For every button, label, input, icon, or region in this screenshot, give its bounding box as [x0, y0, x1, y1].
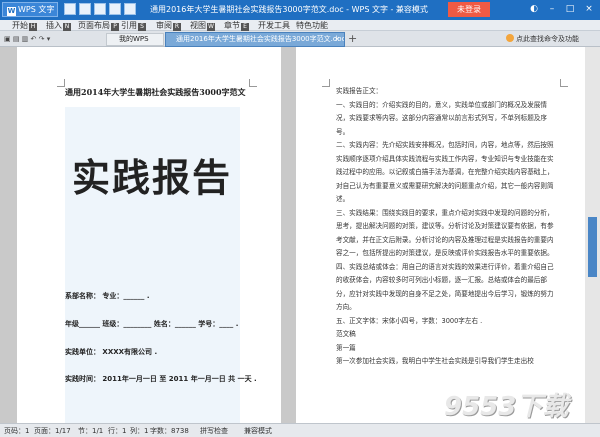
- my-wps-tab[interactable]: 我的WPS: [106, 33, 164, 46]
- paragraph: 四、实践总结或体会：用自己的语言对实践的效果进行评价，着重介绍自己的收获体会，内…: [336, 262, 554, 312]
- status-spell-check[interactable]: 拼写检查: [200, 426, 228, 436]
- margin-mark: [249, 79, 257, 87]
- vertical-scrollbar[interactable]: [585, 47, 600, 423]
- status-row: 行：1: [108, 427, 127, 435]
- wps-logo-icon: W: [7, 7, 16, 16]
- tab-chapter[interactable]: 章节 E: [224, 20, 249, 31]
- paragraph: 第一次参加社会实践，我明白中学生社会实践是引导我们学生走出校: [336, 357, 534, 365]
- margin-mark: [322, 79, 330, 87]
- site-watermark: 9553下载: [444, 392, 569, 422]
- status-compat-mode: 兼容模式: [244, 427, 272, 435]
- tab-developer[interactable]: 开发工具: [258, 20, 290, 31]
- tab-review[interactable]: 审阅 R: [156, 20, 181, 31]
- paragraph: 范文稿: [336, 330, 356, 338]
- close-icon[interactable]: ×: [582, 2, 596, 16]
- active-document-tab[interactable]: 通用2016年大学生暑期社会实践报告3000字范文.doc ×: [165, 32, 345, 47]
- field-unit: 实践单位： XXXX有限公司 .: [65, 348, 158, 356]
- new-tab-plus-icon[interactable]: +: [348, 32, 357, 46]
- paragraph: 第一篇: [336, 343, 356, 352]
- maximize-icon[interactable]: □: [563, 2, 577, 16]
- page-2[interactable]: 实践报告正文： 一、实践目的：介绍实践的目的，意义，实践单位或部门的概况及发展情…: [296, 47, 585, 423]
- window-title: 通用2016年大学生暑期社会实践报告3000字范文.doc - WPS 文字 -…: [150, 5, 428, 14]
- document-tab-bar: ▣ ▤ ▥ ↶ ↷ ▾ 我的WPS 通用2016年大学生暑期社会实践报告3000…: [0, 31, 600, 47]
- wps-app-menu-button[interactable]: WWPS 文字 ▾: [2, 2, 58, 27]
- status-column: 列：1: [130, 427, 149, 435]
- lightbulb-icon: [506, 34, 514, 42]
- status-page-number[interactable]: 页码：1: [4, 426, 29, 436]
- toolbar-icons: ▣ ▤ ▥ ↶ ↷ ▾: [4, 35, 51, 43]
- tab-special-features[interactable]: 特色功能: [296, 20, 328, 31]
- open-icon[interactable]: [79, 3, 91, 15]
- ribbon-tabs: 开始 H 插入 N 页面布局 P 引用 S 审阅 R 视图 W 章节 E 开发工具 特色功能: [0, 20, 600, 31]
- close-tab-icon[interactable]: ×: [334, 33, 340, 46]
- undo-icon[interactable]: [124, 3, 136, 15]
- title-bar: WWPS 文字 ▾ 通用2016年大学生暑期社会实践报告3000字范文.doc …: [0, 0, 600, 27]
- tab-insert[interactable]: 插入 N: [46, 20, 71, 31]
- report-big-title: 实践报告: [72, 155, 233, 200]
- new-doc-icon[interactable]: [64, 3, 76, 15]
- page1-header: 通用2014年大学生暑期社会实践报告3000字范文: [65, 87, 246, 97]
- paragraph: 一、实践目的：介绍实践的目的，意义，实践单位或部门的概况及发展情况，实践要求等内…: [336, 100, 547, 136]
- paragraph: 实践报告正文：: [336, 87, 383, 95]
- margin-mark: [57, 79, 65, 87]
- skin-icon[interactable]: ◐: [527, 2, 541, 16]
- status-bar: 页码：1 页面：1/17 节：1/1 行：1 列：1 字数：8738 拼写检查 …: [0, 423, 600, 437]
- status-pages[interactable]: 页面：1/17: [34, 426, 71, 436]
- page2-body: 实践报告正文： 一、实践目的：介绍实践的目的，意义，实践单位或部门的概况及发展情…: [336, 85, 558, 369]
- paragraph: 二、实践内容：先介绍实践安排概况，包括时间，内容，地点等，然后按照实践顺序逐项介…: [336, 141, 554, 203]
- scroll-thumb[interactable]: [588, 217, 597, 277]
- print-icon[interactable]: [109, 3, 121, 15]
- tab-references[interactable]: 引用 S: [121, 20, 146, 31]
- field-class-info: 年级______ 班级：________ 姓名：______ 学号：____ .: [65, 320, 239, 328]
- tab-view[interactable]: 视图 W: [190, 20, 215, 31]
- paragraph: 三、实践结果：围绕实践目的要求，重点介绍对实践中发现的问题的分析，思考，提出解决…: [336, 208, 554, 258]
- tab-home[interactable]: 开始 H: [12, 20, 37, 31]
- save-icon[interactable]: [94, 3, 106, 15]
- quick-access-toolbar: [64, 3, 139, 17]
- status-section: 节：1/1: [78, 427, 104, 435]
- field-time: 实践时间： 2011年一月一日 至 2011 年一月一日 共 一天 .: [65, 375, 257, 383]
- minimize-icon[interactable]: –: [545, 2, 559, 16]
- status-word-count[interactable]: 字数：8738: [150, 426, 189, 436]
- tab-page-layout[interactable]: 页面布局 P: [78, 20, 119, 31]
- document-workspace: 通用2014年大学生暑期社会实践报告3000字范文 实践报告 系部名称： 专业：…: [0, 47, 600, 423]
- command-search[interactable]: 点此查找命令及功能: [506, 33, 579, 45]
- field-department: 系部名称： 专业：______ .: [65, 292, 150, 300]
- login-button[interactable]: 未登录: [448, 2, 490, 17]
- margin-mark: [560, 79, 568, 87]
- page-1[interactable]: 通用2014年大学生暑期社会实践报告3000字范文 实践报告 系部名称： 专业：…: [17, 47, 281, 423]
- paragraph: 五、正文字体：宋体小四号，字数：3000字左右 .: [336, 316, 483, 325]
- app-name: WPS 文字: [18, 5, 55, 14]
